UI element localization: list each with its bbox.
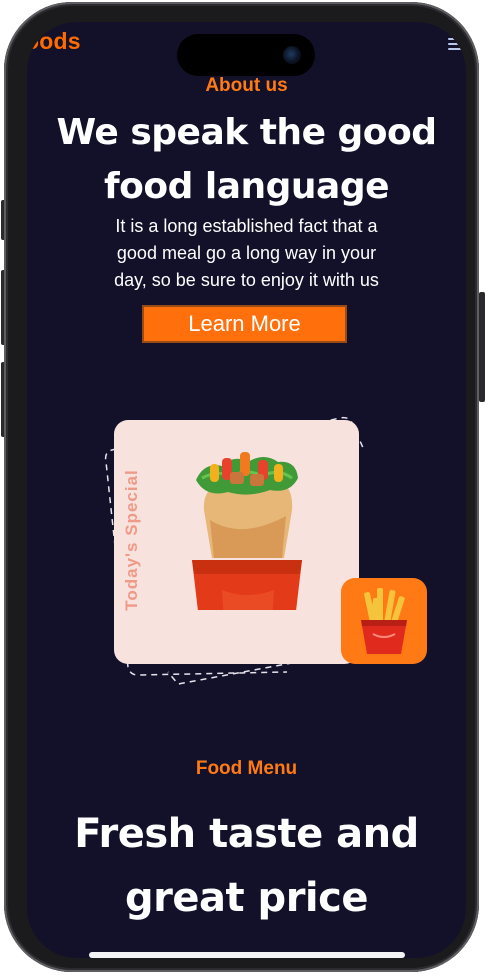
home-indicator[interactable] <box>89 952 405 958</box>
fries-tile[interactable] <box>341 578 427 664</box>
special-artwork: Today's Special <box>82 392 427 702</box>
about-description-line: day, so be sure to enjoy it with us <box>114 270 379 290</box>
learn-more-button[interactable]: Learn More <box>142 305 347 343</box>
phone-frame: oods About us We speak the good food lan… <box>4 2 479 972</box>
about-title-line: food language <box>103 166 390 207</box>
special-card[interactable]: Today's Special <box>114 420 427 664</box>
about-description: It is a long established fact that a goo… <box>67 213 426 294</box>
about-eyebrow: About us <box>205 75 288 96</box>
power-button[interactable] <box>479 292 485 402</box>
food-menu-title-line: Fresh taste and <box>74 811 419 857</box>
front-camera-icon <box>283 46 301 64</box>
about-title: We speak the good food language <box>27 106 466 214</box>
about-title-line: We speak the good <box>56 112 437 153</box>
todays-special-label: Today's Special <box>122 469 141 611</box>
brand-logo[interactable]: oods <box>27 28 81 55</box>
french-fries-icon <box>361 588 407 654</box>
hamburger-icon[interactable] <box>448 38 462 52</box>
food-menu-eyebrow: Food Menu <box>195 758 298 779</box>
food-menu-title: Fresh taste and great price <box>27 802 466 930</box>
food-menu-title-line: great price <box>125 875 368 921</box>
about-description-line: It is a long established fact that a <box>115 216 378 236</box>
phone-screen: oods About us We speak the good food lan… <box>27 22 466 958</box>
wrap-sandwich-icon <box>192 452 302 610</box>
about-description-line: good meal go a long way in your <box>116 243 377 263</box>
dynamic-island <box>177 34 315 76</box>
